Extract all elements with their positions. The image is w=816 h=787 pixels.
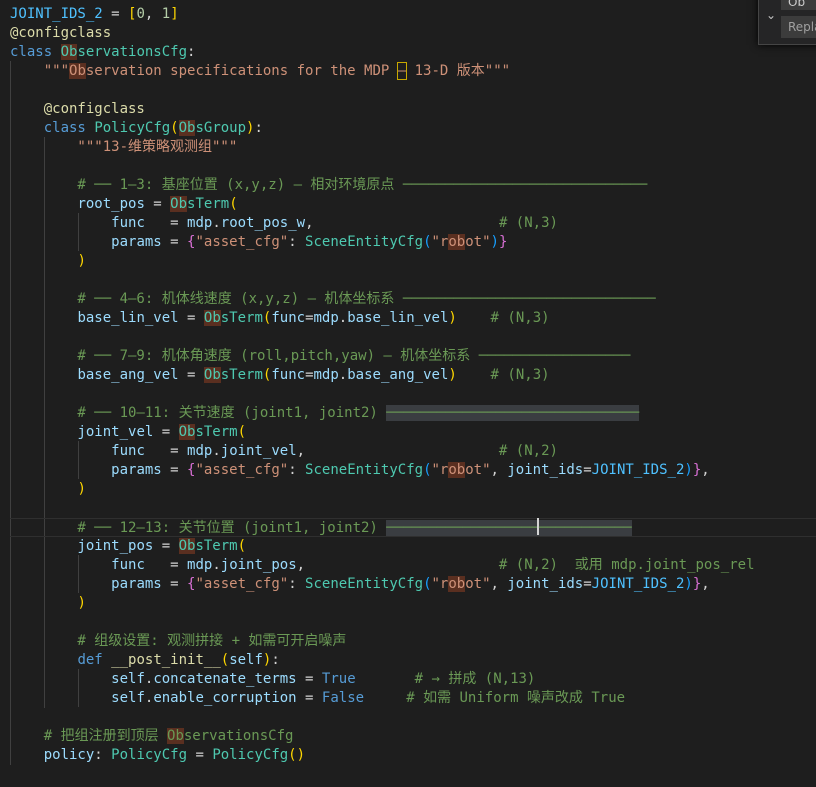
line-joint-pos-params[interactable]: params = {"asset_cfg": SceneEntityCfg("r… (10, 575, 710, 594)
text-cursor (537, 518, 540, 535)
line-class-observations[interactable]: class ObservationsCfg: (10, 43, 195, 62)
line-concatenate[interactable]: self.concatenate_terms = True # → 拼成 (N,… (10, 670, 535, 689)
line-docstring-observations[interactable]: """Observation specifications for the MD… (10, 62, 510, 81)
line-root-pos-func[interactable]: func = mdp.root_pos_w, # (N,3) (10, 214, 558, 233)
line-root-pos-params[interactable]: params = {"asset_cfg": SceneEntityCfg("r… (10, 233, 507, 252)
line-joint-pos[interactable]: joint_pos = ObsTerm( (10, 537, 246, 556)
line-root-pos[interactable]: root_pos = ObsTerm( (10, 195, 238, 214)
line-comment-group[interactable]: # 组级设置: 观测拼接 + 如需可开启噪声 (10, 632, 346, 651)
chevron-down-icon[interactable]: ⌄ (763, 6, 779, 24)
line-joint-vel-func[interactable]: func = mdp.joint_vel, # (N,2) (10, 442, 558, 461)
line-base-lin-vel[interactable]: base_lin_vel = ObsTerm(func=mdp.base_lin… (10, 309, 550, 328)
line-decorator-2[interactable]: @configclass (10, 100, 145, 119)
line-root-pos-close[interactable]: ) (10, 252, 85, 271)
line-joint-pos-func[interactable]: func = mdp.joint_pos, # (N,2) 或用 mdp.joi… (10, 556, 754, 575)
line-joint-vel-close[interactable]: ) (10, 480, 85, 499)
line-policy-assign[interactable]: policy: PolicyCfg = PolicyCfg() (10, 746, 305, 765)
line-joint-pos-close[interactable]: ) (10, 594, 85, 613)
line-comment-joint-pos[interactable]: # ── 12–13: 关节位置 (joint1, joint2) ──────… (10, 518, 632, 537)
line-comment-joint-vel[interactable]: # ── 10–11: 关节速度 (joint1, joint2) ──────… (10, 404, 640, 423)
line-comment-base-ang-vel[interactable]: # ── 7–9: 机体角速度 (roll,pitch,yaw) – 机体坐标系… (10, 347, 630, 366)
line-docstring-policy[interactable]: """13-维策略观测组""" (10, 138, 237, 157)
line-joint-ids[interactable]: JOINT_IDS_2 = [0, 1] (10, 5, 179, 24)
line-comment-root-pos[interactable]: # ── 1–3: 基座位置 (x,y,z) – 相对环境原点 ────────… (10, 176, 647, 195)
line-base-ang-vel[interactable]: base_ang_vel = ObsTerm(func=mdp.base_ang… (10, 366, 550, 385)
line-class-policy[interactable]: class PolicyCfg(ObsGroup): (10, 119, 263, 138)
line-def-post-init[interactable]: def __post_init__(self): (10, 651, 279, 670)
line-joint-vel[interactable]: joint_vel = ObsTerm( (10, 423, 246, 442)
find-replace-widget: ⌄ Ob Replace (758, 0, 816, 45)
line-joint-vel-params[interactable]: params = {"asset_cfg": SceneEntityCfg("r… (10, 461, 710, 480)
line-comment-register[interactable]: # 把组注册到顶层 ObservationsCfg (10, 727, 293, 746)
line-comment-base-lin-vel[interactable]: # ── 4–6: 机体线速度 (x,y,z) – 机体坐标系 ────────… (10, 290, 655, 309)
replace-input[interactable]: Replace (781, 16, 816, 38)
line-enable-corruption[interactable]: self.enable_corruption = False # 如需 Unif… (10, 689, 625, 708)
find-input[interactable]: Ob (781, 0, 816, 10)
code-editor[interactable]: JOINT_IDS_2 = [0, 1] @configclass class … (0, 0, 816, 787)
line-decorator-1[interactable]: @configclass (10, 24, 111, 43)
